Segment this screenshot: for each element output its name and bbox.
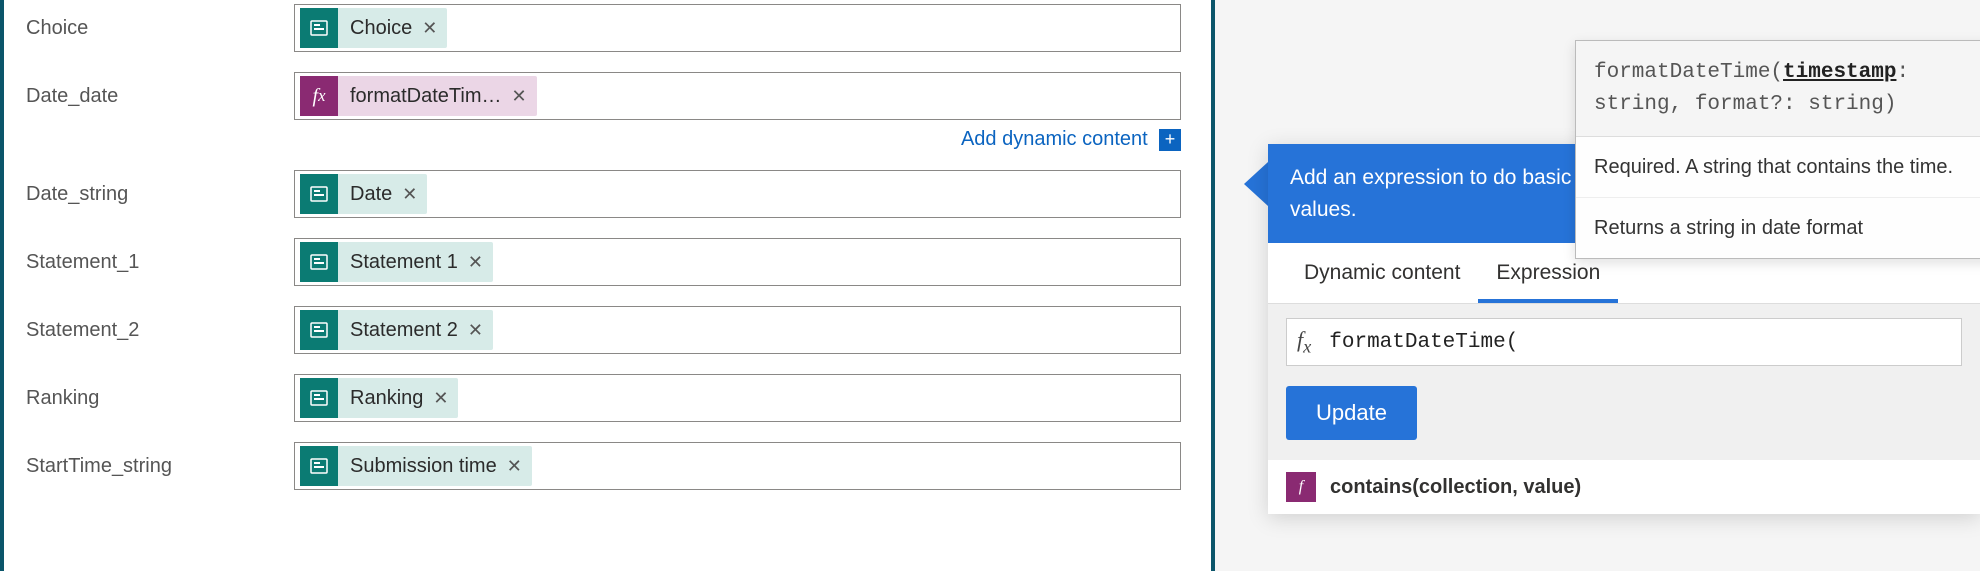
function-list: f contains(collection, value) [1268,460,1980,514]
expression-text: formatDateTime( [1329,331,1518,354]
close-icon[interactable]: ✕ [512,86,537,107]
field-label: StartTime_string [4,455,294,478]
form-row: Date_date fx formatDateTim… ✕ [4,68,1211,124]
field-input-ranking[interactable]: Ranking ✕ [294,374,1181,422]
close-icon[interactable]: ✕ [468,320,493,341]
token-ranking[interactable]: Ranking ✕ [300,378,458,418]
field-input-statement-2[interactable]: Statement 2 ✕ [294,306,1181,354]
form-row: Ranking Ranking ✕ [4,370,1211,426]
token-label: Submission time [338,455,507,478]
token-date[interactable]: Date ✕ [300,174,427,214]
expression-input[interactable]: fx formatDateTime( [1286,318,1962,366]
update-button[interactable]: Update [1286,386,1417,440]
signature-tooltip: formatDateTime(timestamp: string, format… [1575,40,1980,259]
forms-icon [300,310,338,350]
field-input-choice[interactable]: Choice ✕ [294,4,1181,52]
tooltip-returns: Returns a string in date format [1576,197,1980,258]
forms-icon [300,242,338,282]
update-row: Update [1268,380,1980,460]
plus-icon[interactable]: + [1159,129,1181,151]
field-label: Ranking [4,387,294,410]
forms-icon [300,378,338,418]
sig-prefix: formatDateTime( [1594,61,1783,84]
form-row: StartTime_string Submission time ✕ [4,438,1211,494]
field-label: Date_date [4,85,294,108]
close-icon[interactable]: ✕ [507,456,532,477]
forms-icon [300,446,338,486]
field-label: Date_string [4,183,294,206]
tab-dynamic-content[interactable]: Dynamic content [1286,243,1478,303]
sig-param-active: timestamp [1783,61,1896,84]
token-statement-1[interactable]: Statement 1 ✕ [300,242,493,282]
close-icon[interactable]: ✕ [433,388,458,409]
token-label: Statement 2 [338,319,468,342]
function-name: contains(collection, value) [1330,476,1581,499]
fx-icon: fx [300,76,338,116]
field-label: Choice [4,17,294,40]
token-label: Choice [338,17,422,40]
close-icon[interactable]: ✕ [402,184,427,205]
form-row: Statement_1 Statement 1 ✕ [4,234,1211,290]
forms-icon [300,8,338,48]
token-statement-2[interactable]: Statement 2 ✕ [300,310,493,350]
token-label: formatDateTim… [338,85,512,108]
field-input-starttime-string[interactable]: Submission time ✕ [294,442,1181,490]
close-icon[interactable]: ✕ [468,252,493,273]
field-input-date-date[interactable]: fx formatDateTim… ✕ [294,72,1181,120]
expression-input-row: fx formatDateTime( [1268,304,1980,380]
token-submission-time[interactable]: Submission time ✕ [300,446,532,486]
token-label: Ranking [338,387,433,410]
token-formatdatetime[interactable]: fx formatDateTim… ✕ [300,76,537,116]
field-label: Statement_2 [4,319,294,342]
field-label: Statement_1 [4,251,294,274]
token-choice[interactable]: Choice ✕ [300,8,447,48]
fx-icon: fx [1297,327,1311,357]
form-panel: Choice Choice ✕ Date_date fx formatDateT… [0,0,1215,571]
token-label: Statement 1 [338,251,468,274]
fx-icon: f [1286,472,1316,502]
close-icon[interactable]: ✕ [422,18,447,39]
field-input-date-string[interactable]: Date ✕ [294,170,1181,218]
form-row: Choice Choice ✕ [4,0,1211,56]
form-row: Statement_2 Statement 2 ✕ [4,302,1211,358]
tooltip-signature: formatDateTime(timestamp: string, format… [1576,41,1980,137]
forms-icon [300,174,338,214]
callout-arrow-icon [1244,162,1268,206]
form-row: Date_string Date ✕ [4,166,1211,222]
function-item-contains[interactable]: f contains(collection, value) [1286,472,1962,502]
add-dynamic-content-link[interactable]: Add dynamic content [961,128,1148,150]
add-dynamic-content-row: Add dynamic content + [4,128,1211,151]
token-label: Date [338,183,402,206]
tooltip-description: Required. A string that contains the tim… [1576,137,1980,197]
field-input-statement-1[interactable]: Statement 1 ✕ [294,238,1181,286]
